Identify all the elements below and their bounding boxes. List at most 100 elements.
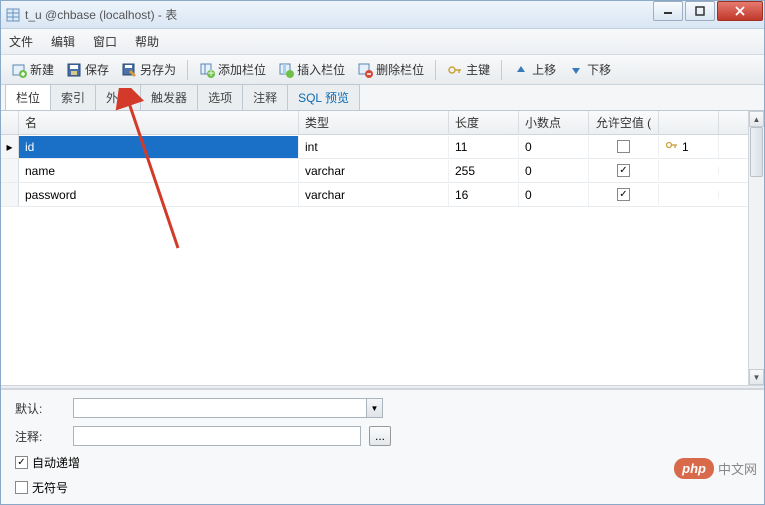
- autoinc-row: ✓ 自动递增: [15, 454, 750, 471]
- table-row[interactable]: ▸ id int 11 0 1: [1, 135, 748, 159]
- delcol-icon: [357, 62, 373, 78]
- titlebar: t_u @chbase (localhost) - 表: [1, 1, 764, 29]
- cell-name[interactable]: name: [19, 160, 299, 182]
- scroll-thumb[interactable]: [750, 127, 763, 177]
- menu-window[interactable]: 窗口: [93, 33, 117, 50]
- new-icon: [11, 62, 27, 78]
- grid-body[interactable]: ▸ id int 11 0 1 name varchar 255 0 ✓: [1, 135, 748, 385]
- primary-button[interactable]: 主键: [443, 59, 494, 80]
- default-row: 默认: ▼: [15, 398, 750, 418]
- inscol-button[interactable]: 插入栏位: [274, 59, 349, 80]
- tab-index[interactable]: 索引: [50, 84, 96, 110]
- moveup-button[interactable]: 上移: [509, 59, 560, 80]
- up-icon: [513, 62, 529, 78]
- vertical-scrollbar[interactable]: ▲ ▼: [748, 111, 764, 385]
- cell-length[interactable]: 16: [449, 184, 519, 206]
- checkbox-unchecked[interactable]: [617, 140, 630, 153]
- autoinc-checkbox[interactable]: ✓: [15, 456, 28, 469]
- watermark-badge: php: [674, 458, 714, 479]
- checkbox-checked[interactable]: ✓: [617, 164, 630, 177]
- cell-name[interactable]: id: [19, 136, 299, 158]
- col-header-decimals[interactable]: 小数点: [519, 111, 589, 134]
- unsigned-row: 无符号: [15, 479, 750, 496]
- tab-comment[interactable]: 注释: [242, 84, 288, 110]
- primary-key-icon: [665, 139, 679, 154]
- cell-type[interactable]: int: [299, 136, 449, 158]
- cell-name[interactable]: password: [19, 184, 299, 206]
- checkbox-checked[interactable]: ✓: [617, 188, 630, 201]
- menu-help[interactable]: 帮助: [135, 33, 159, 50]
- col-header-length[interactable]: 长度: [449, 111, 519, 134]
- cell-allownull[interactable]: ✓: [589, 160, 659, 181]
- comment-row: 注释: ...: [15, 426, 750, 446]
- movedown-button[interactable]: 下移: [564, 59, 615, 80]
- window-controls: [651, 1, 763, 21]
- saveas-icon: [121, 62, 137, 78]
- new-button[interactable]: 新建: [7, 59, 58, 80]
- row-header-col: [1, 111, 19, 134]
- unsigned-label: 无符号: [32, 479, 68, 496]
- table-row[interactable]: password varchar 16 0 ✓: [1, 183, 748, 207]
- cell-allownull[interactable]: ✓: [589, 184, 659, 205]
- grid-header: 名 类型 长度 小数点 允许空值 (: [1, 111, 748, 135]
- col-header-type[interactable]: 类型: [299, 111, 449, 134]
- cell-length[interactable]: 11: [449, 136, 519, 158]
- tab-foreign[interactable]: 外键: [95, 84, 141, 110]
- close-button[interactable]: [717, 1, 763, 21]
- col-header-key[interactable]: [659, 111, 719, 134]
- cell-decimals[interactable]: 0: [519, 184, 589, 206]
- cell-key[interactable]: [659, 191, 719, 199]
- table-icon: [5, 7, 21, 23]
- addcol-icon: +: [199, 62, 215, 78]
- row-indicator: [1, 159, 19, 182]
- content-area: 名 类型 长度 小数点 允许空值 ( ▸ id int 11 0 1: [1, 111, 764, 385]
- comment-input[interactable]: [73, 426, 361, 446]
- minimize-button[interactable]: [653, 1, 683, 21]
- save-icon: [66, 62, 82, 78]
- svg-text:+: +: [208, 66, 215, 78]
- cell-key[interactable]: 1: [659, 135, 719, 158]
- separator: [435, 60, 436, 80]
- col-header-name[interactable]: 名: [19, 111, 299, 134]
- default-label: 默认:: [15, 400, 65, 417]
- app-window: t_u @chbase (localhost) - 表 文件 编辑 窗口 帮助 …: [0, 0, 765, 505]
- save-button[interactable]: 保存: [62, 59, 113, 80]
- cell-type[interactable]: varchar: [299, 184, 449, 206]
- table-row[interactable]: name varchar 255 0 ✓: [1, 159, 748, 183]
- tab-trigger[interactable]: 触发器: [140, 84, 198, 110]
- col-header-allownull[interactable]: 允许空值 (: [589, 111, 659, 134]
- dropdown-icon[interactable]: ▼: [366, 399, 382, 417]
- tab-sqlpreview[interactable]: SQL 预览: [287, 84, 360, 110]
- row-indicator: ▸: [1, 135, 19, 158]
- cell-decimals[interactable]: 0: [519, 160, 589, 182]
- menu-file[interactable]: 文件: [9, 33, 33, 50]
- comment-more-button[interactable]: ...: [369, 426, 391, 446]
- toolbar: 新建 保存 另存为 +添加栏位 插入栏位 删除栏位 主键 上移 下移: [1, 55, 764, 85]
- cell-length[interactable]: 255: [449, 160, 519, 182]
- addcol-button[interactable]: +添加栏位: [195, 59, 270, 80]
- menu-edit[interactable]: 编辑: [51, 33, 75, 50]
- delcol-button[interactable]: 删除栏位: [353, 59, 428, 80]
- scroll-track[interactable]: [749, 127, 764, 369]
- window-title: t_u @chbase (localhost) - 表: [25, 6, 760, 23]
- row-indicator: [1, 183, 19, 206]
- cell-allownull[interactable]: [589, 136, 659, 157]
- unsigned-checkbox[interactable]: [15, 481, 28, 494]
- tabstrip: 栏位 索引 外键 触发器 选项 注释 SQL 预览: [1, 85, 764, 111]
- tab-columns[interactable]: 栏位: [5, 84, 51, 110]
- tab-options[interactable]: 选项: [197, 84, 243, 110]
- autoinc-label: 自动递增: [32, 454, 80, 471]
- field-properties: 默认: ▼ 注释: ... ✓ 自动递增 无符号: [1, 389, 764, 504]
- cell-key[interactable]: [659, 167, 719, 175]
- scroll-down-button[interactable]: ▼: [749, 369, 764, 385]
- cell-decimals[interactable]: 0: [519, 136, 589, 158]
- inscol-icon: [278, 62, 294, 78]
- saveas-button[interactable]: 另存为: [117, 59, 180, 80]
- cell-type[interactable]: varchar: [299, 160, 449, 182]
- columns-grid: 名 类型 长度 小数点 允许空值 ( ▸ id int 11 0 1: [1, 111, 748, 385]
- key-icon: [447, 62, 463, 78]
- scroll-up-button[interactable]: ▲: [749, 111, 764, 127]
- separator: [501, 60, 502, 80]
- default-combobox[interactable]: ▼: [73, 398, 383, 418]
- maximize-button[interactable]: [685, 1, 715, 21]
